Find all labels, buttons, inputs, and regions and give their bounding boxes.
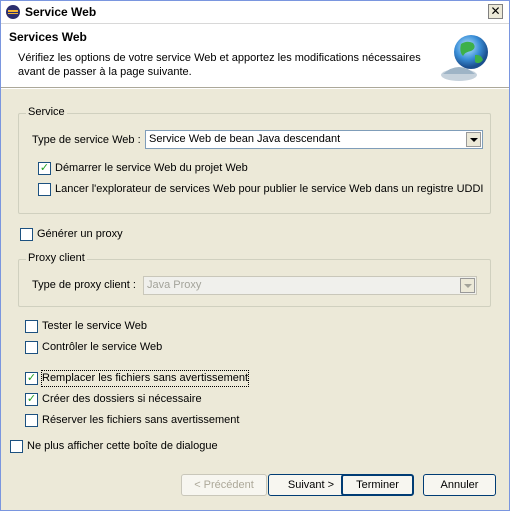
checkbox-box <box>38 183 51 196</box>
chevron-down-icon <box>464 284 472 288</box>
generate-proxy-label: Générer un proxy <box>37 228 123 240</box>
monitor-service-label: Contrôler le service Web <box>42 341 163 353</box>
proxy-type-select: Java Proxy <box>143 276 477 295</box>
finish-button-label: Terminer <box>356 479 399 491</box>
title-bar: Service Web ✕ <box>1 1 509 24</box>
page-title: Services Web <box>9 30 87 44</box>
checkbox-box <box>10 440 23 453</box>
proxy-type-label: Type de proxy client : <box>32 279 136 291</box>
page-description: Vérifiez les options de votre service We… <box>18 52 421 78</box>
proxy-client-group-legend: Proxy client <box>26 252 87 264</box>
checkbox-box <box>25 341 38 354</box>
checkbox-box <box>20 228 33 241</box>
banner-divider <box>1 88 509 89</box>
checkmark-icon: ✓ <box>25 393 38 406</box>
close-button[interactable]: ✕ <box>488 4 503 19</box>
checkbox-box <box>25 320 38 333</box>
launch-explorer-label: Lancer l'explorateur de services Web pou… <box>55 183 484 195</box>
service-type-value: Service Web de bean Java descendant <box>149 133 341 145</box>
service-group-legend: Service <box>26 106 67 118</box>
next-button-label: Suivant > <box>287 479 335 491</box>
start-service-label: Démarrer le service Web du projet Web <box>55 162 248 174</box>
cancel-button[interactable]: Annuler <box>423 474 496 496</box>
checkmark-icon: ✓ <box>38 162 51 175</box>
wizard-banner: Services Web Vérifiez les options de vot… <box>1 24 509 88</box>
eclipse-icon <box>6 5 20 19</box>
window-title: Service Web <box>25 5 97 19</box>
service-type-dropdown-button[interactable] <box>466 132 481 147</box>
back-button[interactable]: < Précédent <box>181 474 267 496</box>
finish-button[interactable]: Terminer <box>341 474 414 496</box>
proxy-type-dropdown-button <box>460 278 475 293</box>
chevron-down-icon <box>470 138 478 142</box>
dialog-window: Service Web ✕ Services Web Vérifiez les … <box>0 0 510 511</box>
dont-show-again-label: Ne plus afficher cette boîte de dialogue <box>27 440 218 452</box>
back-button-label: < Précédent <box>194 479 254 491</box>
overwrite-files-label: Remplacer les fichiers sans avertissemen… <box>40 370 250 387</box>
cancel-button-label: Annuler <box>440 479 479 491</box>
create-folders-label: Créer des dossiers si nécessaire <box>42 393 202 405</box>
proxy-type-value: Java Proxy <box>147 279 202 291</box>
checkout-files-label: Réserver les fichiers sans avertissement <box>42 414 240 426</box>
checkbox-box <box>25 414 38 427</box>
service-type-select[interactable]: Service Web de bean Java descendant <box>145 130 483 149</box>
test-service-label: Tester le service Web <box>42 320 147 332</box>
checkmark-icon: ✓ <box>25 372 38 385</box>
close-icon: ✕ <box>490 4 501 18</box>
service-type-label: Type de service Web : <box>32 134 141 146</box>
globe-web-service-icon <box>441 35 488 81</box>
